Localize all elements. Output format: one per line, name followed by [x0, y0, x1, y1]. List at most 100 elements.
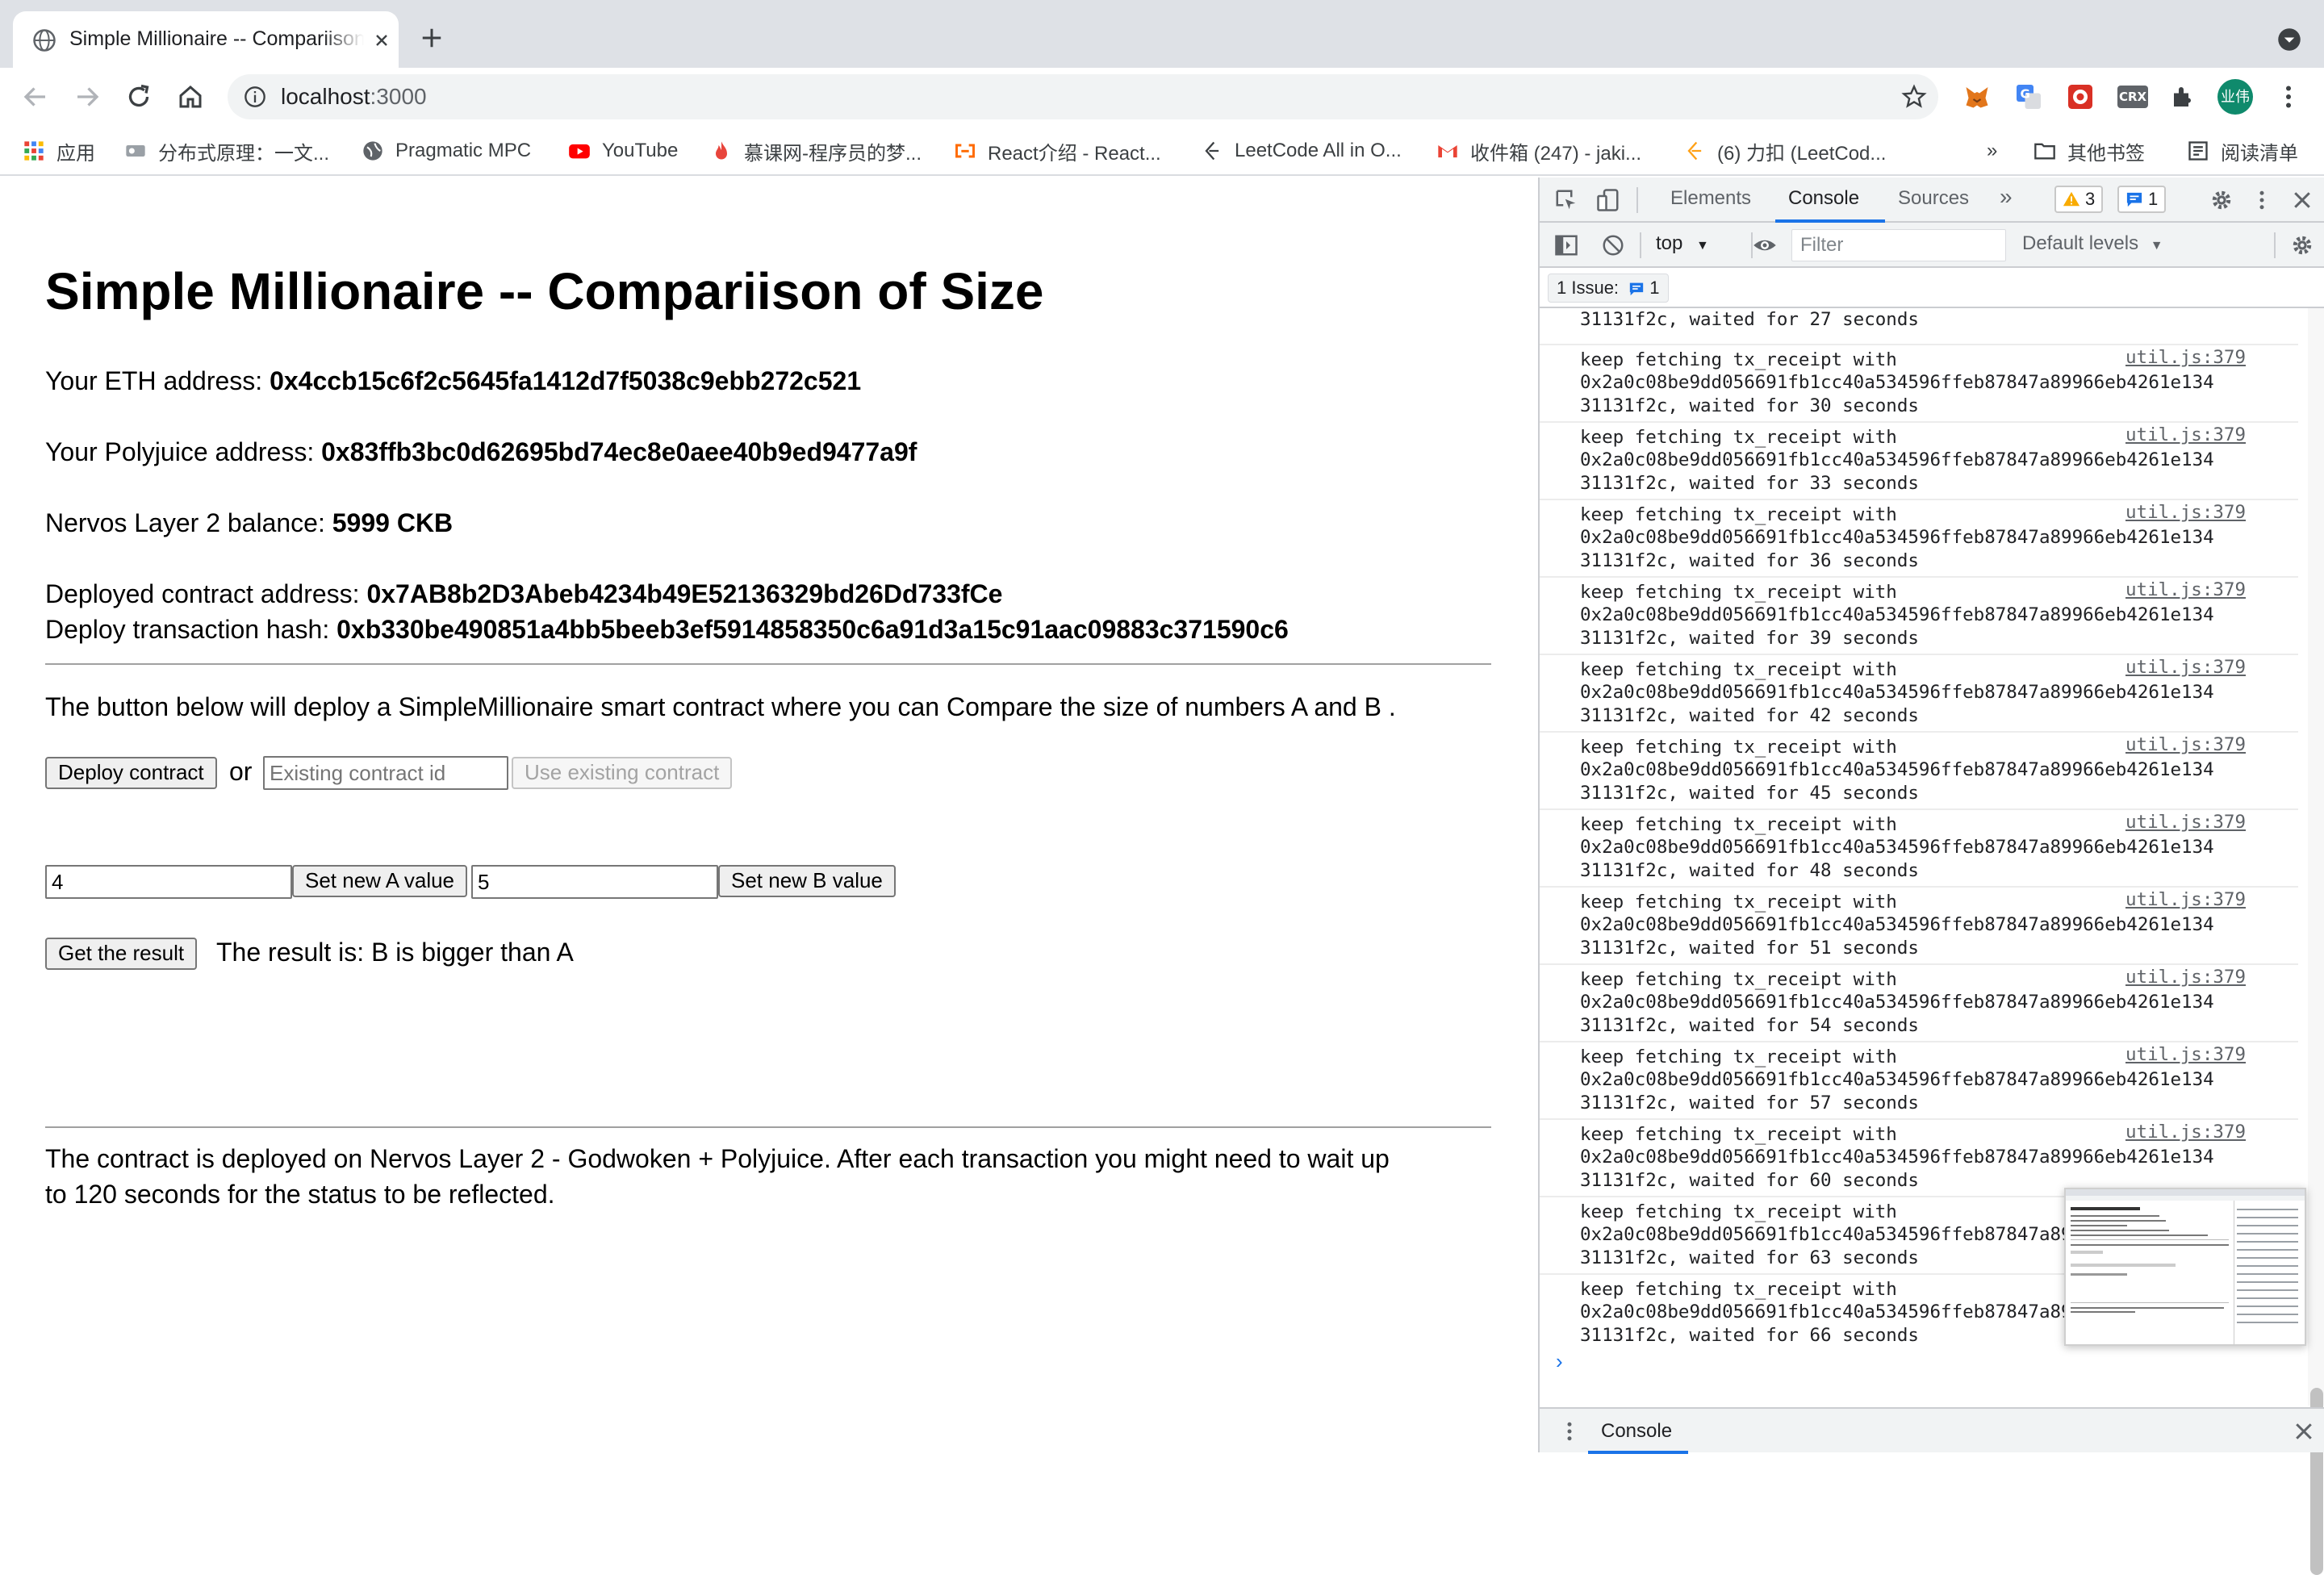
address-bar[interactable]: localhost:3000	[228, 74, 1938, 119]
other-bookmarks-folder[interactable]: 其他书签	[2034, 137, 2145, 165]
source-link[interactable]: util.js:379	[2125, 579, 2246, 600]
log-line: 31131f2c, waited for 63 seconds	[1580, 1247, 1919, 1268]
console-prompt-chevron-icon[interactable]: ›	[1556, 1349, 1563, 1374]
kebab-menu-icon[interactable]	[2274, 82, 2303, 111]
log-line: keep fetching tx_receipt with	[1580, 582, 1897, 603]
bookmark-item[interactable]: YouTube	[568, 137, 678, 165]
console-scrollbar[interactable]	[2308, 308, 2324, 1406]
console-settings-gear-icon[interactable]	[2290, 233, 2314, 257]
divider	[45, 663, 1491, 665]
bookmark-apps[interactable]: 应用	[23, 137, 95, 165]
warnings-badge[interactable]: 3	[2054, 186, 2104, 213]
deploy-contract-button[interactable]: Deploy contract	[45, 757, 217, 789]
log-line: keep fetching tx_receipt with	[1580, 1201, 1897, 1222]
bookmark-star-icon[interactable]	[1901, 84, 1927, 110]
close-devtools-icon[interactable]	[2290, 188, 2314, 212]
bookmark-item[interactable]: React介绍 - React...	[954, 137, 1161, 165]
console-filter-input[interactable]: Filter	[1791, 229, 2006, 261]
warnings-count: 3	[2085, 189, 2096, 209]
a-value-input[interactable]: 4	[45, 865, 292, 899]
drawer-menu-icon[interactable]	[1557, 1419, 1582, 1443]
bookmark-label: 阅读清单	[2221, 142, 2298, 165]
console-message-text: keep fetching tx_receipt with 0x2a0c08be…	[1580, 349, 2214, 417]
forward-arrow-icon[interactable]	[73, 82, 102, 111]
sidebar-toggle-icon[interactable]	[1554, 233, 1578, 257]
reading-list-button[interactable]: 阅读清单	[2187, 137, 2298, 165]
reload-icon[interactable]	[124, 82, 153, 111]
svg-text:G: G	[2021, 87, 2030, 102]
puzzle-icon[interactable]	[2169, 82, 2198, 111]
source-link[interactable]: util.js:379	[2125, 734, 2246, 755]
metamask-icon[interactable]	[1962, 82, 1992, 111]
source-link[interactable]: util.js:379	[2125, 812, 2246, 833]
bookmark-item[interactable]: Pragmatic MPC	[362, 137, 531, 165]
source-link[interactable]: util.js:379	[2125, 967, 2246, 988]
log-levels-dropdown[interactable]: Default levels ▼	[2022, 232, 2163, 255]
url-host: localhost	[281, 84, 370, 109]
bookmark-item[interactable]: 慕课网-程序员的梦...	[710, 137, 922, 165]
back-arrow-icon[interactable]	[21, 82, 50, 111]
tab-console[interactable]: Console	[1788, 187, 1859, 210]
console-message-text: keep fetching tx_receipt with 0x2a0c08be…	[1580, 736, 2214, 804]
bookmark-label: (6) 力扣 (LeetCod...	[1717, 142, 1887, 165]
console-message-partial: 0x2a0c08be9dd056691fb1cc40a534596ffeb878…	[1540, 308, 2298, 345]
inspect-element-icon[interactable]	[1554, 188, 1578, 212]
google-translate-icon[interactable]: G	[2014, 82, 2043, 111]
live-expression-eye-icon[interactable]	[1753, 233, 1777, 257]
get-result-button[interactable]: Get the result	[45, 938, 198, 970]
bookmark-label: YouTube	[602, 140, 679, 161]
devtools-menu-icon[interactable]	[2250, 188, 2274, 212]
source-link[interactable]: util.js:379	[2125, 502, 2246, 523]
source-link[interactable]: util.js:379	[2125, 347, 2246, 368]
web-page: Simple Millionaire -- Compariison of Siz…	[0, 178, 1538, 1452]
set-b-value-button[interactable]: Set new B value	[718, 865, 896, 897]
drawer-tab-console[interactable]: Console	[1601, 1420, 1672, 1443]
info-icon[interactable]	[244, 86, 266, 108]
messages-badge[interactable]: 1	[2117, 186, 2167, 213]
console-message-text: keep fetching tx_receipt with 0x2a0c08be…	[1580, 1123, 2214, 1192]
b-value-input[interactable]: 5	[471, 865, 718, 899]
bookmarks-overflow-button[interactable]: »	[1987, 137, 1997, 165]
crx-icon[interactable]: CRX	[2117, 86, 2148, 108]
source-link[interactable]: util.js:379	[2125, 424, 2246, 445]
source-link[interactable]: util.js:379	[2125, 889, 2246, 910]
issues-button[interactable]: 1 Issue: 1	[1548, 274, 1669, 303]
close-drawer-icon[interactable]	[2292, 1419, 2316, 1443]
device-toolbar-icon[interactable]	[1596, 188, 1620, 212]
log-line: 31131f2c, waited for 66 seconds	[1580, 1324, 1919, 1344]
source-link[interactable]: util.js:379	[2125, 1044, 2246, 1065]
more-tabs-chevron-icon[interactable]: »	[2000, 184, 2013, 210]
home-icon[interactable]	[176, 82, 205, 111]
bookmark-item[interactable]: 分布式原理：一文...	[124, 137, 329, 165]
console-message: keep fetching tx_receipt with 0x2a0c08be…	[1540, 810, 2298, 888]
extension-red-icon[interactable]	[2066, 82, 2095, 111]
log-line: 31131f2c, waited for 48 seconds	[1580, 859, 1919, 881]
settings-gear-icon[interactable]	[2209, 188, 2234, 212]
tab-strip: Simple Millionaire -- Compariison of Siz…	[0, 0, 2324, 68]
site-favicon	[126, 145, 145, 157]
profile-avatar[interactable]: 业伟	[2217, 79, 2253, 115]
browser-tab-active[interactable]: Simple Millionaire -- Compariison of Siz…	[13, 11, 399, 68]
context-selector[interactable]: top ▼	[1656, 232, 1709, 255]
bookmark-label: 应用	[56, 142, 95, 165]
existing-contract-input[interactable]: Existing contract id	[263, 756, 508, 790]
set-a-value-button[interactable]: Set new A value	[292, 865, 468, 897]
folder-icon	[2034, 143, 2055, 160]
source-link[interactable]: util.js:379	[2125, 1122, 2246, 1143]
log-line: 0x2a0c08be9dd056691fb1cc40a534596ffeb878…	[1580, 527, 2214, 549]
tab-search-icon[interactable]	[2277, 27, 2301, 52]
balance-line: Nervos Layer 2 balance: 5999 CKB	[45, 508, 453, 538]
source-link[interactable]: util.js:379	[2125, 657, 2246, 678]
use-existing-contract-button[interactable]: Use existing contract	[512, 757, 733, 789]
contract-address-value: 0x7AB8b2D3Abeb4234b49E52136329bd26Dd733f…	[366, 579, 1003, 608]
divider	[45, 1126, 1491, 1128]
tab-elements[interactable]: Elements	[1670, 187, 1751, 210]
bookmark-item[interactable]: (6) 力扣 (LeetCod...	[1683, 137, 1886, 165]
clear-console-icon[interactable]	[1601, 233, 1625, 257]
tab-sources[interactable]: Sources	[1898, 187, 1969, 210]
leetcode-icon	[1205, 141, 1219, 161]
bookmark-item[interactable]: 收件箱 (247) - jaki...	[1436, 137, 1641, 165]
close-tab-icon[interactable]	[372, 31, 391, 50]
new-tab-icon[interactable]	[420, 26, 444, 50]
bookmark-item[interactable]: LeetCode All in O...	[1201, 137, 1402, 165]
